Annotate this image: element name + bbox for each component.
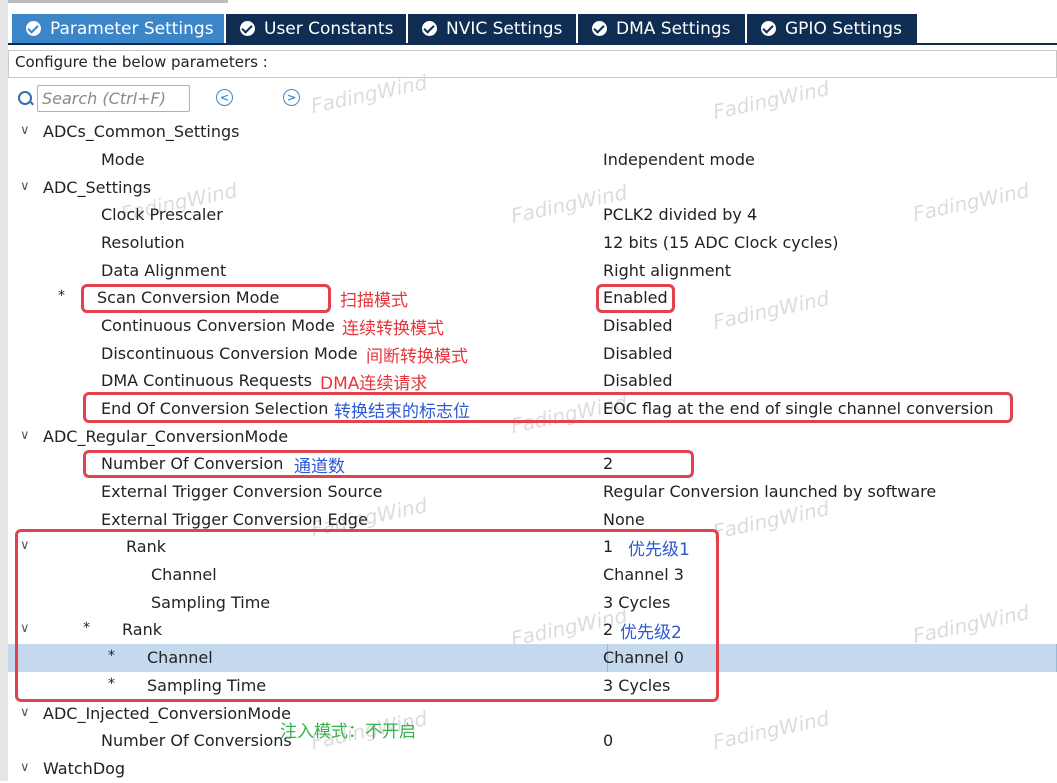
tab-nvic-settings[interactable]: NVIC Settings xyxy=(408,14,578,43)
tree-group-adc-settings[interactable]: ∨ ADC_Settings xyxy=(8,174,1057,202)
param-row-dma-continuous[interactable]: DMA Continuous Requests DMA连续请求 Disabled xyxy=(8,367,1057,395)
param-value[interactable]: Regular Conversion launched by software xyxy=(603,482,936,501)
chevron-down-icon[interactable]: ∨ xyxy=(20,760,30,775)
group-label: ADC_Regular_ConversionMode xyxy=(43,427,289,446)
tab-underline xyxy=(8,43,1057,45)
param-row-discontinuous-conversion[interactable]: Discontinuous Conversion Mode 间断转换模式 Dis… xyxy=(8,340,1057,368)
check-circle-icon xyxy=(592,21,607,36)
param-row-trigger-source[interactable]: External Trigger Conversion Source Regul… xyxy=(8,478,1057,506)
next-match-icon[interactable]: > xyxy=(283,89,300,106)
tree-group-adc-regular[interactable]: ∨ ADC_Regular_ConversionMode xyxy=(8,423,1057,451)
param-label: External Trigger Conversion Source xyxy=(101,482,383,501)
search-icon xyxy=(18,91,32,105)
param-value[interactable]: PCLK2 divided by 4 xyxy=(603,205,757,224)
highlight-box-scan-label xyxy=(81,284,331,313)
param-value[interactable]: Disabled xyxy=(603,316,673,335)
tab-label: GPIO Settings xyxy=(785,18,902,39)
check-circle-icon xyxy=(240,21,255,36)
param-value[interactable]: None xyxy=(603,510,645,529)
annotation-cont: 连续转换模式 xyxy=(342,319,444,339)
highlight-box-scan-value xyxy=(596,284,675,313)
param-label: Continuous Conversion Mode xyxy=(101,316,335,335)
group-label: ADC_Settings xyxy=(43,178,152,197)
tab-parameter-settings[interactable]: Parameter Settings xyxy=(12,14,226,43)
highlight-box-ranks xyxy=(15,529,719,702)
tab-gpio-settings[interactable]: GPIO Settings xyxy=(747,14,919,43)
modified-bullet: * xyxy=(58,288,65,304)
param-value[interactable]: 12 bits (15 ADC Clock cycles) xyxy=(603,233,838,252)
param-value[interactable]: Disabled xyxy=(603,344,673,363)
check-circle-icon xyxy=(422,21,437,36)
tree-group-adc-injected[interactable]: ∨ ADC_Injected_ConversionMode xyxy=(8,700,1057,728)
prev-match-icon[interactable]: < xyxy=(216,89,233,106)
search-input[interactable]: Search (Ctrl+F) xyxy=(37,85,190,112)
param-label: Number Of Conversions xyxy=(101,731,292,750)
tree-group-adcs-common[interactable]: ∨ ADCs_Common_Settings xyxy=(8,118,1057,146)
param-value[interactable]: Independent mode xyxy=(603,150,755,169)
highlight-box-number-of-conversion xyxy=(83,450,694,478)
group-label: WatchDog xyxy=(43,759,126,778)
chevron-down-icon[interactable]: ∨ xyxy=(20,705,30,720)
tab-label: DMA Settings xyxy=(616,18,731,39)
annotation-injected: 注入模式：不开启 xyxy=(280,722,416,742)
check-circle-icon xyxy=(26,21,41,36)
tab-label: User Constants xyxy=(264,18,394,39)
param-row-injected-number[interactable]: Number Of Conversions 注入模式：不开启 0 xyxy=(8,722,1057,755)
param-value[interactable]: Right alignment xyxy=(603,261,731,280)
param-value[interactable]: 0 xyxy=(603,731,613,750)
tree-group-watchdog[interactable]: ∨ WatchDog xyxy=(8,755,1057,783)
tab-bar: Parameter Settings User Constants NVIC S… xyxy=(8,0,1057,45)
left-panel-edge xyxy=(0,0,8,781)
param-row-data-alignment[interactable]: Data Alignment Right alignment xyxy=(8,257,1057,285)
chevron-down-icon[interactable]: ∨ xyxy=(20,179,30,194)
param-row-resolution[interactable]: Resolution 12 bits (15 ADC Clock cycles) xyxy=(8,229,1057,257)
annotation-dma: DMA连续请求 xyxy=(320,374,428,394)
annotation-discont: 间断转换模式 xyxy=(366,347,468,367)
annotation-scan: 扫描模式 xyxy=(340,291,408,311)
param-label: Resolution xyxy=(101,233,185,252)
param-label: Clock Prescaler xyxy=(101,205,223,224)
group-label: ADCs_Common_Settings xyxy=(43,122,240,141)
param-value[interactable]: Disabled xyxy=(603,371,673,390)
chevron-down-icon[interactable]: ∨ xyxy=(20,428,30,443)
highlight-box-eoc xyxy=(83,392,1013,423)
tab-bar-top-line xyxy=(8,0,228,3)
param-label: Mode xyxy=(101,150,145,169)
param-row-clock-prescaler[interactable]: Clock Prescaler PCLK2 divided by 4 xyxy=(8,201,1057,229)
configure-header: Configure the below parameters : xyxy=(8,50,1057,78)
watermark: FadingWind xyxy=(710,75,832,125)
param-label: Discontinuous Conversion Mode xyxy=(101,344,358,363)
param-label: DMA Continuous Requests xyxy=(101,371,312,390)
param-row-mode[interactable]: Mode Independent mode xyxy=(8,146,1057,174)
tab-label: Parameter Settings xyxy=(50,18,214,39)
chevron-down-icon[interactable]: ∨ xyxy=(20,123,30,138)
tab-label: NVIC Settings xyxy=(446,18,563,39)
param-label: Data Alignment xyxy=(101,261,227,280)
tab-dma-settings[interactable]: DMA Settings xyxy=(578,14,747,43)
check-circle-icon xyxy=(761,21,776,36)
param-row-continuous-conversion[interactable]: Continuous Conversion Mode 连续转换模式 Disabl… xyxy=(8,312,1057,340)
tab-user-constants[interactable]: User Constants xyxy=(226,14,408,43)
param-label: External Trigger Conversion Edge xyxy=(101,510,368,529)
group-label: ADC_Injected_ConversionMode xyxy=(43,704,291,723)
